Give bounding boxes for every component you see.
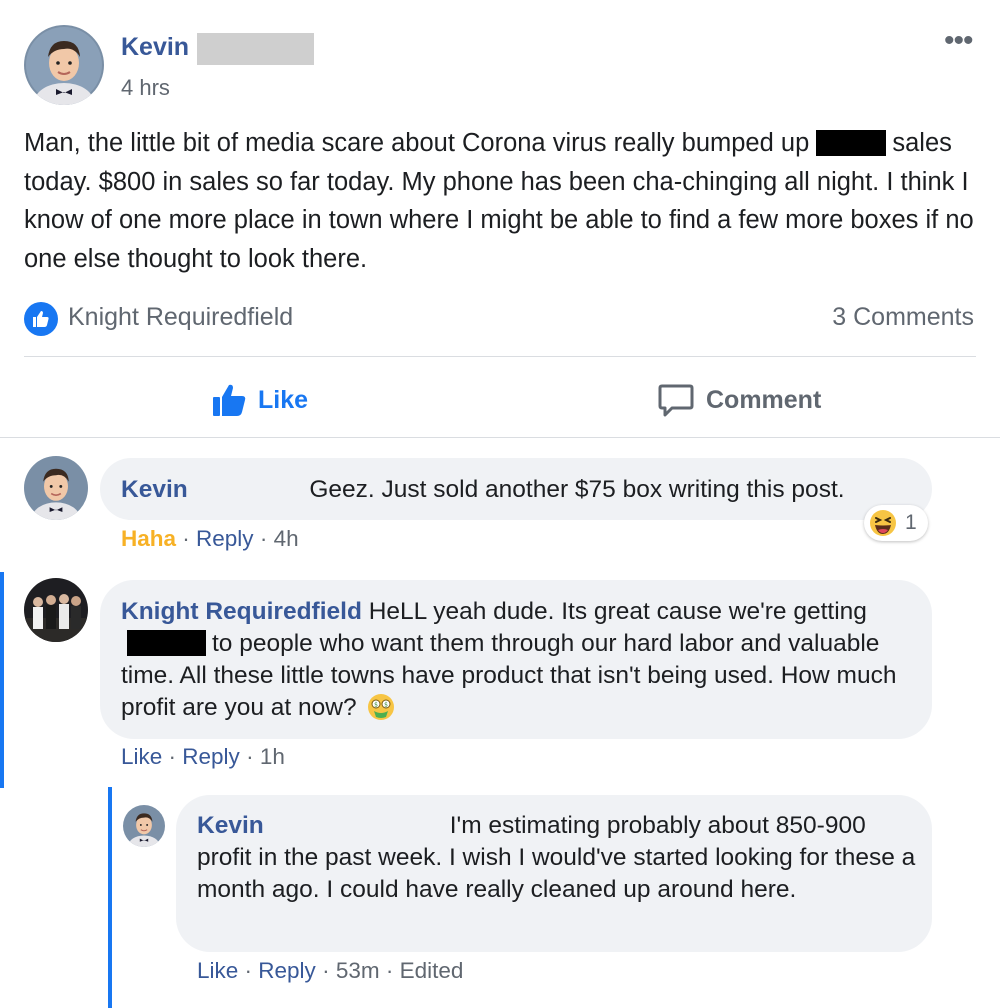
post-body: Man, the little bit of media scare about… [24,124,974,278]
comment-author[interactable]: Knight Requiredfield [121,598,362,625]
comments-divider [0,437,1000,438]
edited-label[interactable]: Edited [400,958,464,983]
haha-reaction-link[interactable]: Haha [121,526,176,551]
reply-time[interactable]: 53m [336,958,380,983]
author-avatar[interactable] [24,25,104,105]
reply-link[interactable]: Reply [196,526,254,551]
reply-thread-bar [108,787,112,1008]
comment-body-part2: to people who want them through our hard… [121,630,897,721]
kid-avatar-icon [24,25,104,105]
comment-body: Geez. Just sold another $75 box writing … [309,476,845,503]
redacted-text [816,130,887,156]
reactor-names[interactable]: Knight Requiredfield [68,303,293,332]
redacted-surname [197,33,314,65]
more-options-icon[interactable]: ••• [944,24,973,58]
comment-author[interactable]: Kevin [121,476,188,503]
like-link[interactable]: Like [197,958,238,983]
comment-button[interactable]: Comment [658,378,821,422]
comment-button-label: Comment [706,385,822,414]
comment-bubble-icon [658,384,694,417]
reaction-count: 1 [905,511,917,534]
like-link[interactable]: Like [121,744,162,769]
money-mouth-emoji-icon: $ $ [368,694,395,720]
divider [24,356,976,357]
comment-text: Kevin Geez. Just sold another $75 box wr… [121,474,921,506]
kid-avatar-icon [24,456,88,520]
thread-highlight-bar [0,572,4,788]
reply-actions: Like · Reply · 53m · Edited [197,958,464,983]
post-timestamp[interactable]: 4 hrs [121,75,170,101]
comment-time[interactable]: 4h [274,526,299,551]
comment-time[interactable]: 1h [260,744,285,769]
comments-count[interactable]: 3 Comments [832,303,974,332]
reply-body: I'm estimating probably about 850-900 pr… [197,812,916,903]
like-reaction-icon[interactable] [24,302,58,336]
post-author-name[interactable]: Kevin [121,33,189,62]
reply-author[interactable]: Kevin [197,812,264,839]
reaction-badge[interactable]: 1 [864,505,928,541]
reply-avatar[interactable] [123,805,165,847]
comment-actions: Haha · Reply · 4h [121,526,299,551]
comment-avatar[interactable] [24,578,88,642]
haha-emoji-icon [870,510,896,536]
like-button[interactable]: Like [210,378,308,422]
svg-text:$: $ [375,702,379,709]
like-thumb-icon [213,384,246,416]
facebook-post: Kevin 4 hrs ••• Man, the little bit of m… [0,0,1000,1008]
reply-text: Kevin I'm estimating probably about 850-9… [197,810,917,906]
reply-link[interactable]: Reply [258,958,316,983]
kid-avatar-icon [123,805,165,847]
comment-body-part1: HeLL yeah dude. Its great cause we're ge… [368,598,867,625]
group-photo-avatar-icon [24,578,88,642]
like-button-label: Like [258,385,309,414]
svg-text:$: $ [385,702,389,709]
comment-actions: Like · Reply · 1h [121,744,285,769]
reply-link[interactable]: Reply [182,744,240,769]
comment-text: Knight Requiredfield HeLL yeah dude. Its… [121,596,911,724]
comment-avatar[interactable] [24,456,88,520]
post-text-line1: Man, the little bit of media scare about… [24,129,810,157]
redacted-text [127,630,206,656]
